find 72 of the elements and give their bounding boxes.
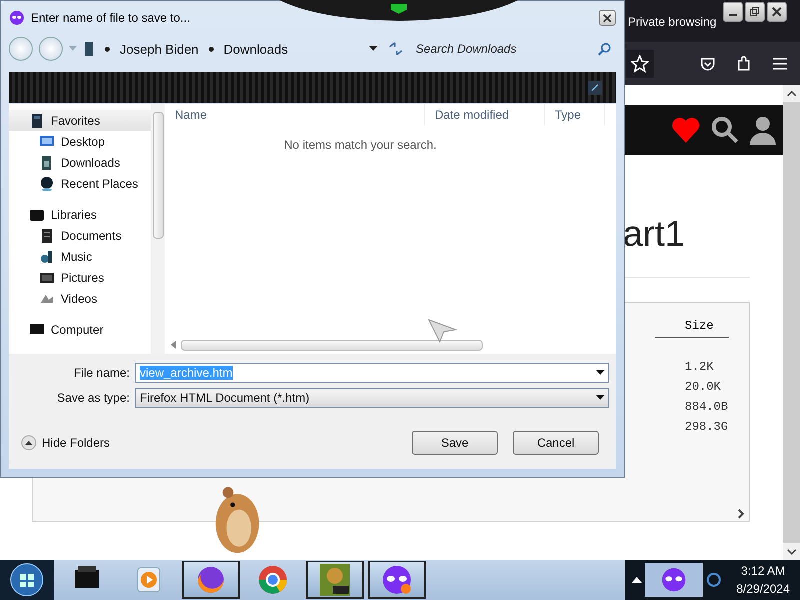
chevron-down-icon[interactable] bbox=[786, 548, 796, 554]
empty-message: No items match your search. bbox=[284, 138, 437, 152]
breadcrumb-item[interactable]: Joseph Biden bbox=[120, 42, 199, 56]
column-header[interactable]: Name bbox=[165, 104, 425, 126]
dialog-title: Enter name of file to save to... bbox=[31, 11, 190, 25]
nav-item[interactable]: Favorites bbox=[9, 110, 151, 131]
minimize-icon bbox=[728, 14, 737, 16]
nav-item[interactable]: Music bbox=[9, 246, 151, 267]
close-icon bbox=[603, 14, 612, 22]
minimize-button[interactable] bbox=[722, 2, 743, 22]
folder-icon bbox=[83, 41, 95, 57]
square-icon bbox=[588, 80, 602, 94]
field-label: File name: bbox=[72, 366, 131, 380]
nav-item[interactable]: Desktop bbox=[9, 131, 151, 152]
close-button[interactable] bbox=[766, 2, 787, 22]
cursor-icon bbox=[428, 318, 458, 344]
close-button[interactable] bbox=[599, 10, 616, 26]
triangle-up-icon bbox=[632, 576, 642, 584]
nav-item[interactable]: Libraries bbox=[9, 204, 151, 225]
nav-item[interactable]: Computer bbox=[9, 319, 151, 340]
user-icon[interactable] bbox=[749, 115, 777, 145]
taskbar-app[interactable] bbox=[182, 561, 240, 599]
breadcrumb-item[interactable]: Downloads bbox=[224, 42, 288, 56]
page-heading: art1 bbox=[623, 213, 686, 254]
heart-icon[interactable] bbox=[671, 116, 701, 144]
chevron-up-icon bbox=[21, 435, 37, 451]
nav-item[interactable]: Pictures bbox=[9, 267, 151, 288]
music-icon bbox=[39, 248, 55, 264]
book-icon bbox=[29, 112, 45, 128]
close-icon bbox=[772, 7, 782, 17]
taskbar-app[interactable] bbox=[368, 561, 426, 599]
file-type-dropdown[interactable]: Firefox HTML Document (*.htm) bbox=[135, 388, 609, 408]
restore-icon bbox=[750, 7, 760, 17]
nav-item[interactable]: Videos bbox=[9, 288, 151, 309]
ring-icon bbox=[706, 572, 722, 588]
nav-item[interactable]: Downloads bbox=[9, 152, 151, 173]
cancel-button[interactable]: Cancel bbox=[513, 431, 599, 455]
scrollbar[interactable] bbox=[783, 85, 800, 560]
scrollbar[interactable] bbox=[151, 104, 165, 354]
refresh-icon[interactable] bbox=[388, 41, 404, 57]
column-header[interactable]: Type bbox=[545, 104, 605, 126]
column-header[interactable]: Date modified bbox=[425, 104, 545, 126]
table-cell-text: 298.3G bbox=[685, 420, 730, 434]
chevron-up-icon[interactable] bbox=[786, 90, 796, 96]
mask-icon bbox=[9, 10, 25, 26]
windows-logo bbox=[9, 562, 45, 598]
nav-item[interactable]: Documents bbox=[9, 225, 151, 246]
hide-folders-button[interactable]: Hide Folders bbox=[21, 435, 110, 451]
globe-icon bbox=[39, 176, 55, 192]
game-box-icon bbox=[317, 562, 353, 598]
document-icon bbox=[39, 228, 55, 244]
caret-icon bbox=[596, 395, 605, 401]
arrow-left-icon[interactable] bbox=[171, 341, 177, 349]
table-cell-text: 1.2K bbox=[685, 360, 715, 374]
search-field[interactable]: Search Downloads bbox=[414, 41, 598, 57]
search-icon[interactable] bbox=[598, 42, 612, 56]
save-button[interactable]: Save bbox=[412, 431, 498, 455]
tray-app[interactable] bbox=[644, 563, 703, 597]
taskbar-app[interactable] bbox=[306, 561, 364, 599]
column-header: Size bbox=[685, 319, 714, 333]
search-icon[interactable] bbox=[711, 116, 739, 144]
nav-item[interactable]: Recent Places bbox=[9, 173, 151, 194]
table-cell-text: 20.0K bbox=[685, 380, 722, 394]
caret-icon[interactable] bbox=[596, 370, 605, 376]
field-label: Save as type: bbox=[56, 391, 131, 405]
start-button[interactable] bbox=[0, 560, 54, 600]
caret-icon[interactable] bbox=[369, 46, 378, 52]
chevron-right-icon[interactable] bbox=[737, 509, 745, 519]
table-cell-text: 884.0B bbox=[685, 400, 730, 414]
address-bar[interactable]: Joseph Biden Downloads bbox=[83, 37, 404, 61]
restore-button[interactable] bbox=[744, 2, 765, 22]
window-title: Private browsing bbox=[628, 15, 717, 29]
